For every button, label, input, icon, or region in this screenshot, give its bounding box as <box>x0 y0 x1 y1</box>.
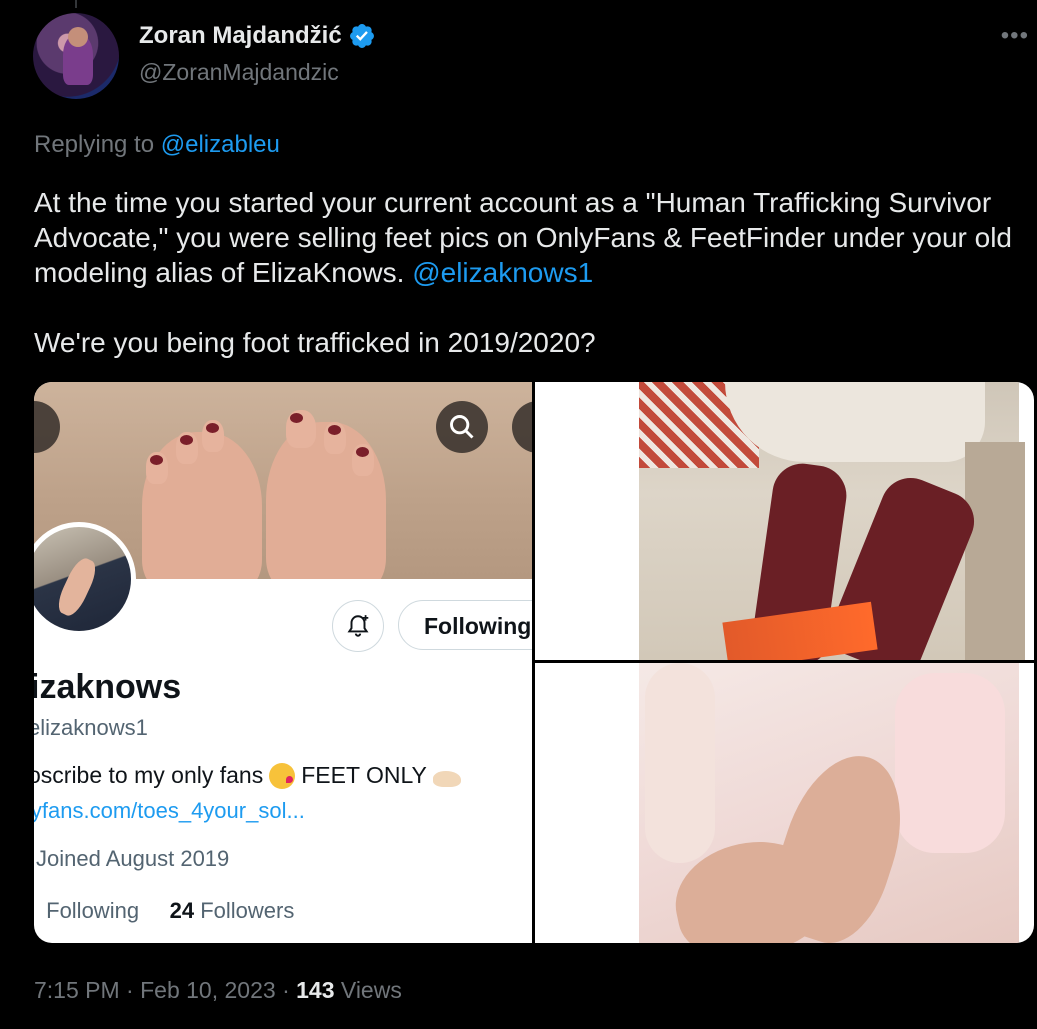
author-avatar[interactable] <box>33 13 119 99</box>
media-grid: Following izaknows elizaknows1 oscribe t… <box>34 382 1034 943</box>
replying-to-prefix: Replying to <box>34 131 155 158</box>
author-name-row: Zoran Majdandžić <box>139 22 376 50</box>
views-label: Views <box>340 977 402 1003</box>
meta-separator: · <box>282 977 290 1003</box>
tweet-time[interactable]: 7:15 PM <box>34 977 120 1003</box>
replying-to: Replying to @elizableu <box>34 131 280 159</box>
reply-mention-link[interactable]: @elizableu <box>161 131 280 158</box>
search-icon[interactable] <box>436 401 488 453</box>
kiss-face-emoji-icon <box>269 762 296 789</box>
author-handle[interactable]: @ZoranMajdandzic <box>139 59 339 86</box>
profile-bio-suffix: FEET ONLY <box>301 762 427 788</box>
tweet-mention-link[interactable]: @elizaknows1 <box>412 257 593 288</box>
author-display-name[interactable]: Zoran Majdandžić <box>139 22 342 50</box>
profile-stats: Following 24 Followers <box>34 898 294 924</box>
views-count: 143 <box>296 977 335 1003</box>
meta-separator: · <box>126 977 134 1003</box>
tweet-meta: 7:15 PM · Feb 10, 2023 · 143 Views <box>34 977 402 1004</box>
profile-url: lyfans.com/toes_4your_sol... <box>34 798 305 823</box>
profile-following-label: Following <box>46 898 140 923</box>
verified-badge-icon <box>349 24 374 48</box>
profile-name: izaknows <box>34 668 182 706</box>
more-options-icon[interactable] <box>512 401 532 453</box>
following-button[interactable]: Following <box>398 600 532 650</box>
notification-bell-icon[interactable] <box>332 600 384 652</box>
profile-followers-count: 24 <box>169 898 195 923</box>
profile-joined-date: Joined August 2019 <box>36 846 230 871</box>
profile-bio-text: oscribe to my only fans <box>34 762 264 788</box>
back-arrow-icon[interactable] <box>34 401 60 453</box>
tweet-date[interactable]: Feb 10, 2023 <box>140 977 276 1003</box>
profile-bio: oscribe to my only fans FEET ONLY <box>34 762 461 789</box>
profile-followers-label: Followers <box>200 898 295 923</box>
foot-emoji-icon <box>432 770 461 787</box>
media-image-profile-screenshot[interactable]: Following izaknows elizaknows1 oscribe t… <box>34 382 532 943</box>
more-horizontal-icon[interactable]: ••• <box>1001 22 1029 50</box>
tweet-body: At the time you started your current acc… <box>34 185 1014 360</box>
tweet-paragraph-1: At the time you started your current acc… <box>34 185 1014 290</box>
thread-connector-line <box>75 0 77 8</box>
profile-handle: elizaknows1 <box>34 715 148 740</box>
media-image-socks[interactable] <box>535 382 1034 660</box>
tweet-paragraph-2: We're you being foot trafficked in 2019/… <box>34 327 596 358</box>
media-image-robe-feet[interactable] <box>535 663 1034 943</box>
